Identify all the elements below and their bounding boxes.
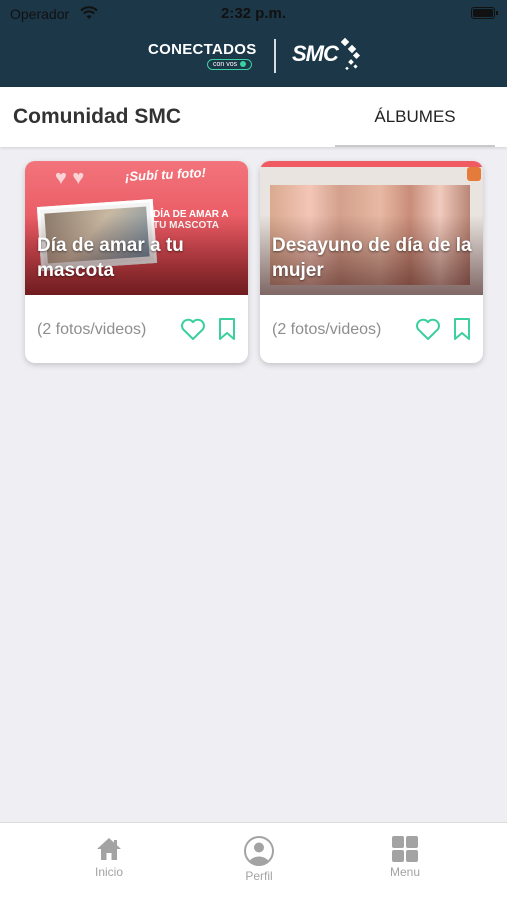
thumbnail-badge: ¡Subí tu foto! [124, 164, 207, 185]
hearts-decoration-icon: ♥ ♥ [55, 167, 85, 189]
bookmark-icon[interactable] [452, 317, 472, 341]
album-title: Desayuno de día de la mujer [272, 235, 472, 281]
album-title: Día de amar a tu mascota [37, 235, 184, 281]
grid-menu-icon [392, 836, 418, 862]
status-bar: Operador 2:32 p.m. [0, 0, 507, 27]
brand-tagline-pill: con vos [207, 59, 253, 70]
battery-icon [471, 7, 498, 19]
brand-smc-logo: SMC [292, 41, 339, 66]
clock-time: 2:32 p.m. [220, 5, 287, 22]
community-topbar: Comunidad SMC ÁLBUMES [0, 87, 507, 147]
album-count: (2 fotos/videos) [272, 321, 382, 338]
corner-decoration [467, 167, 481, 181]
tab-label: Menu [389, 865, 421, 879]
home-icon [97, 838, 121, 860]
brand-tagline: con vos [213, 61, 238, 68]
bookmark-icon[interactable] [217, 317, 237, 341]
like-heart-icon[interactable] [415, 317, 441, 341]
smc-dots-icon [340, 37, 361, 71]
tab-menu[interactable]: Menu [370, 835, 440, 879]
brand-conectados-logo: CONECTADOS [148, 41, 257, 58]
album-card[interactable]: Desayuno de día de la mujer (2 fotos/vid… [260, 161, 483, 363]
album-count: (2 fotos/videos) [37, 321, 147, 338]
like-heart-icon[interactable] [180, 317, 206, 341]
tab-label: Perfil [245, 869, 273, 883]
app-header: CONECTADOS con vos SMC [0, 27, 507, 87]
tab-perfil[interactable]: Perfil [224, 835, 294, 883]
album-card[interactable]: ♥ ♥ ¡Subí tu foto! DÍA DE AMAR A TU MASC… [25, 161, 248, 363]
bottom-tab-bar: Inicio Perfil Menu [0, 822, 507, 900]
profile-icon [244, 836, 274, 866]
tab-inicio[interactable]: Inicio [74, 835, 144, 879]
page-title: Comunidad SMC [13, 105, 181, 128]
brand-divider [274, 39, 276, 73]
tab-albumes[interactable]: ÁLBUMES [335, 87, 495, 147]
tab-label: Inicio [94, 865, 123, 879]
